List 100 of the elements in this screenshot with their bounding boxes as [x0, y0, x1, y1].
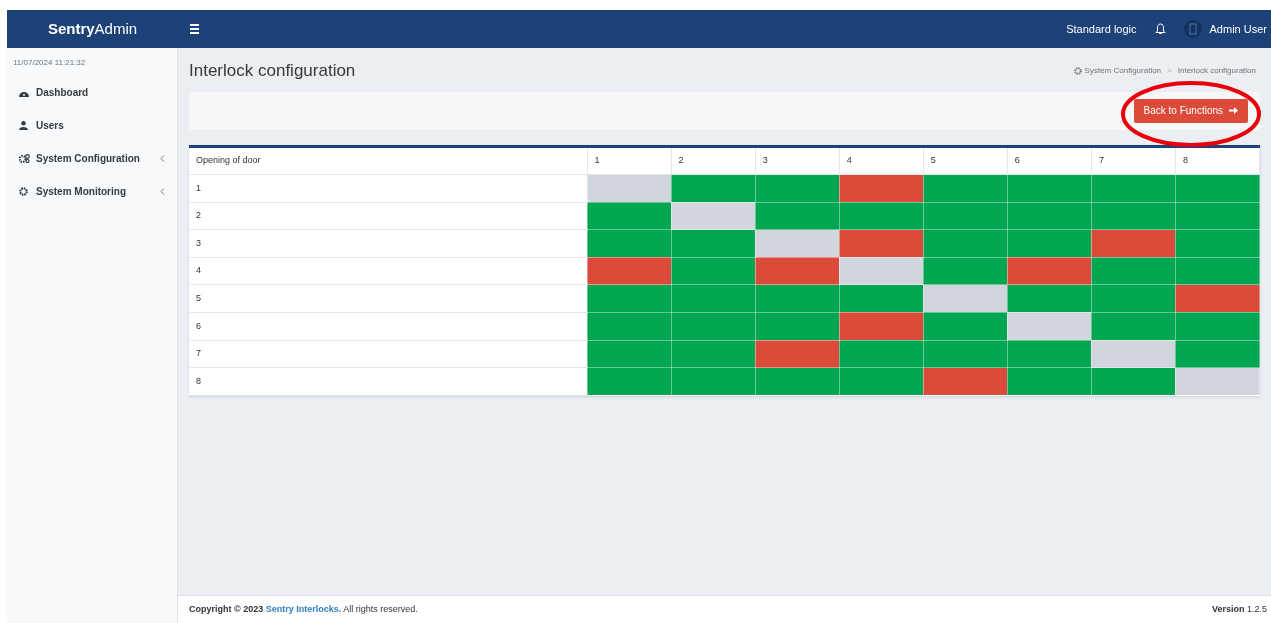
gear-icon	[1073, 66, 1082, 75]
column-header: 8	[1175, 147, 1260, 175]
user-name[interactable]: Admin User	[1209, 20, 1267, 38]
chevron-icon	[160, 155, 165, 162]
allowed-cell[interactable]	[755, 367, 840, 396]
blocked-cell[interactable]	[839, 174, 924, 203]
allowed-cell[interactable]	[923, 340, 1008, 368]
allowed-cell[interactable]	[587, 229, 672, 258]
allowed-cell[interactable]	[1175, 257, 1260, 285]
page-title: Interlock configuration	[189, 60, 356, 82]
same-door-cell[interactable]	[755, 229, 840, 258]
column-header: Opening of door	[189, 147, 587, 175]
back-button[interactable]: Back to Functions	[1133, 98, 1248, 123]
allowed-cell[interactable]	[923, 312, 1008, 341]
column-header: 1	[587, 147, 672, 175]
blocked-cell[interactable]	[755, 257, 840, 285]
user-icon	[19, 121, 28, 130]
chevron-icon	[160, 188, 165, 195]
allowed-cell[interactable]	[587, 367, 672, 396]
row-header: 6	[189, 312, 587, 341]
blocked-cell[interactable]	[839, 229, 924, 258]
bell-icon[interactable]	[1154, 23, 1166, 35]
allowed-cell[interactable]	[1091, 312, 1176, 341]
allowed-cell[interactable]	[1175, 340, 1260, 368]
same-door-cell[interactable]	[1175, 367, 1260, 396]
allowed-cell[interactable]	[1175, 174, 1260, 203]
breadcrumb-separator: >	[1167, 64, 1172, 77]
menu-icon[interactable]	[190, 24, 199, 34]
allowed-cell[interactable]	[923, 202, 1008, 230]
allowed-cell[interactable]	[1175, 312, 1260, 341]
same-door-cell[interactable]	[1007, 312, 1092, 341]
allowed-cell[interactable]	[1091, 284, 1176, 313]
row-header: 3	[189, 229, 587, 258]
allowed-cell[interactable]	[755, 174, 840, 203]
column-header: 4	[839, 147, 924, 175]
row-header: 4	[189, 257, 587, 285]
allowed-cell[interactable]	[671, 367, 756, 396]
allowed-cell[interactable]	[839, 202, 924, 230]
blocked-cell[interactable]	[1175, 284, 1260, 313]
blocked-cell[interactable]	[1091, 229, 1176, 258]
allowed-cell[interactable]	[755, 312, 840, 341]
row-header: 1	[189, 174, 587, 203]
allowed-cell[interactable]	[923, 257, 1008, 285]
allowed-cell[interactable]	[1007, 340, 1092, 368]
same-door-cell[interactable]	[671, 202, 756, 230]
same-door-cell[interactable]	[839, 257, 924, 285]
arrow-icon	[1229, 106, 1238, 115]
row-header: 7	[189, 340, 587, 368]
allowed-cell[interactable]	[587, 202, 672, 230]
allowed-cell[interactable]	[923, 229, 1008, 258]
allowed-cell[interactable]	[671, 174, 756, 203]
column-header: 5	[923, 147, 1008, 175]
allowed-cell[interactable]	[839, 340, 924, 368]
column-header: 6	[1007, 147, 1092, 175]
same-door-cell[interactable]	[1091, 340, 1176, 368]
allowed-cell[interactable]	[1007, 229, 1092, 258]
allowed-cell[interactable]	[671, 312, 756, 341]
gear-icon	[19, 187, 28, 196]
allowed-cell[interactable]	[923, 174, 1008, 203]
allowed-cell[interactable]	[839, 284, 924, 313]
blocked-cell[interactable]	[1007, 257, 1092, 285]
allowed-cell[interactable]	[839, 367, 924, 396]
row-header: 2	[189, 202, 587, 230]
allowed-cell[interactable]	[1091, 202, 1176, 230]
allowed-cell[interactable]	[755, 284, 840, 313]
sidebar-item[interactable]: Dashboard	[7, 76, 177, 109]
same-door-cell[interactable]	[587, 174, 672, 203]
allowed-cell[interactable]	[1007, 174, 1092, 203]
allowed-cell[interactable]	[1091, 367, 1176, 396]
row-header: 8	[189, 367, 587, 396]
allowed-cell[interactable]	[1175, 229, 1260, 258]
sidebar-item[interactable]: Users	[7, 109, 177, 142]
allowed-cell[interactable]	[755, 202, 840, 230]
breadcrumb-item: Interlock configuration	[1177, 64, 1256, 77]
sidebar-item[interactable]: System Monitoring	[7, 175, 177, 208]
avatar-icon[interactable]	[1183, 20, 1202, 38]
same-door-cell[interactable]	[923, 284, 1008, 313]
logic-label[interactable]: Standard logic	[1066, 20, 1137, 38]
blocked-cell[interactable]	[755, 340, 840, 368]
blocked-cell[interactable]	[587, 257, 672, 285]
allowed-cell[interactable]	[671, 229, 756, 258]
breadcrumb-item[interactable]: System Configuration	[1073, 64, 1162, 77]
blocked-cell[interactable]	[923, 367, 1008, 396]
allowed-cell[interactable]	[671, 340, 756, 368]
allowed-cell[interactable]	[1007, 367, 1092, 396]
allowed-cell[interactable]	[671, 257, 756, 285]
row-header: 5	[189, 284, 587, 313]
allowed-cell[interactable]	[671, 284, 756, 313]
blocked-cell[interactable]	[839, 312, 924, 341]
allowed-cell[interactable]	[1091, 174, 1176, 203]
brand-logo[interactable]: SentryAdmin	[47, 17, 138, 41]
allowed-cell[interactable]	[1175, 202, 1260, 230]
allowed-cell[interactable]	[1007, 202, 1092, 230]
allowed-cell[interactable]	[1007, 284, 1092, 313]
column-header: 3	[755, 147, 840, 175]
allowed-cell[interactable]	[1091, 257, 1176, 285]
allowed-cell[interactable]	[587, 340, 672, 368]
allowed-cell[interactable]	[587, 284, 672, 313]
sidebar-item[interactable]: System Configuration	[7, 142, 177, 175]
allowed-cell[interactable]	[587, 312, 672, 341]
